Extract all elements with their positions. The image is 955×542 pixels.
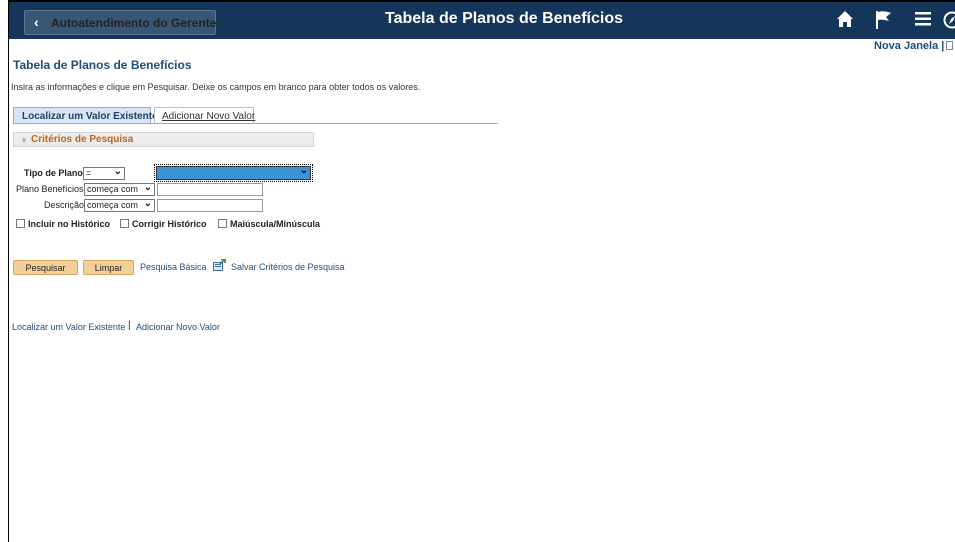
description-input[interactable] [157,199,263,212]
tab-find-existing[interactable]: Localizar um Valor Existente [13,107,158,123]
benefit-plan-input[interactable] [157,183,263,196]
benefit-plan-label: Plano Benefícios [16,184,84,194]
tab-divider [13,123,498,124]
save-search-criteria-link[interactable]: Salvar Critérios de Pesquisa [231,262,345,272]
chevron-left-icon: ‹ [34,14,39,30]
collapse-triangle-icon: ▼ [20,136,28,145]
clear-button[interactable]: Limpar [83,260,134,275]
chevron-down-icon: ⌄ [113,166,122,177]
new-window-link[interactable]: Nova Janela | [874,40,944,52]
description-operator-select[interactable]: começa com ⌄ [84,198,155,212]
chevron-down-icon: ⌄ [143,182,152,193]
find-existing-value-link[interactable]: Localizar um Valor Existente [12,322,125,332]
window-icon[interactable] [946,41,953,50]
home-icon[interactable] [836,10,854,33]
description-operator-value: começa com [87,200,139,210]
search-button[interactable]: Pesquisar [13,260,78,275]
include-history-checkbox[interactable] [16,219,25,228]
correct-history-checkbox[interactable] [120,219,129,228]
description-label: Descrição [44,200,85,210]
header-banner: ‹ Autoatendimento do Gerente Tabela de P… [9,2,955,39]
benefit-plan-operator-value: começa com [87,184,139,194]
include-history-label: Incluir no Histórico [28,219,111,229]
add-new-value-link[interactable]: Adicionar Novo Valor [136,322,220,332]
basic-search-link[interactable]: Pesquisa Básica [140,262,207,272]
plan-type-operator-select[interactable]: = ⌄ [83,166,125,180]
back-button-label: Autoatendimento do Gerente [51,16,217,30]
save-criteria-icon[interactable] [213,258,226,276]
search-criteria-title: Critérios de Pesquisa [31,134,134,145]
plan-type-label: Tipo de Plano [24,168,83,178]
benefit-plan-operator-select[interactable]: começa com ⌄ [84,182,155,196]
back-button[interactable]: ‹ Autoatendimento do Gerente [24,10,216,35]
instructions-text: Insira as informações e clique em Pesqui… [11,82,421,92]
flag-icon[interactable] [875,10,893,35]
plan-type-value-select[interactable]: ⌄ [154,164,313,182]
link-separator: | [128,320,131,331]
search-criteria-section-header[interactable]: ▼ Critérios de Pesquisa [13,132,314,147]
navbar-icon[interactable] [943,11,955,34]
page-title: Tabela de Planos de Benefícios [13,58,192,72]
tab-add-new-label: Adicionar Novo Valor [162,111,256,122]
plan-type-operator-value: = [86,168,92,178]
correct-history-label: Corrigir Histórico [132,219,207,229]
case-sensitive-label: Maiúscula/Minúscula [230,219,321,229]
menu-icon[interactable] [915,12,931,31]
window-border-left [8,0,9,542]
case-sensitive-checkbox[interactable] [218,219,227,228]
page-header-title: Tabela de Planos de Benefícios [385,10,623,27]
tab-add-new[interactable]: Adicionar Novo Valor [154,107,256,123]
chevron-down-icon: ⌄ [299,165,308,176]
chevron-down-icon: ⌄ [143,198,152,209]
